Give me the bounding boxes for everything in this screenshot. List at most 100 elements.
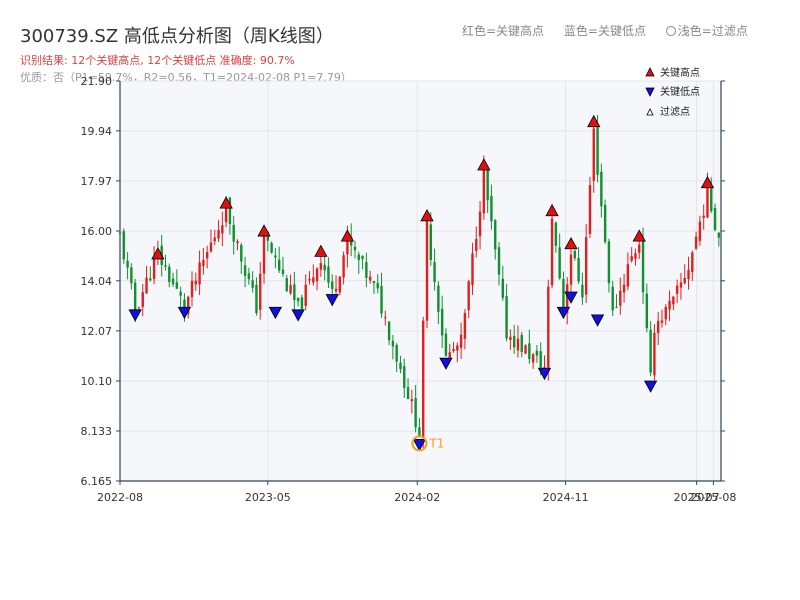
candle-body [414,398,417,428]
candle-body [395,344,398,362]
x-tick-label: 2025-08 [690,491,736,504]
candle-body [137,307,141,309]
candle-body [622,284,626,293]
candle-body [236,241,239,244]
candle-body [482,168,486,214]
candle-body [422,320,425,438]
candle-body [403,366,406,388]
candle-body [213,237,216,242]
t1-label: T1 [428,436,444,450]
candle-body [133,282,137,311]
candle-body [380,285,383,314]
candle-body [698,221,702,241]
candle-body [569,254,573,285]
candle-body [660,320,664,323]
candle-body [296,297,300,302]
candle-body [630,256,633,261]
candle-body [300,297,304,309]
candle-body [634,253,637,259]
candle-body [611,286,614,311]
candle-body [706,184,709,218]
candle-body [641,241,645,293]
y-tick-label: 14.04 [81,275,113,288]
candle-body [433,262,436,283]
candle-body [524,345,527,354]
candle-body [691,252,694,272]
candle-body [259,273,262,310]
candle-body [554,222,558,246]
candle-body [384,317,387,319]
candle-body [240,244,243,262]
candle-body [429,224,432,260]
candle-body [649,329,652,373]
candle-body [274,255,277,258]
candle-body [152,258,156,280]
candle-body [331,281,334,290]
candle-body [149,278,152,281]
candle-body [668,300,671,310]
candle-body [194,280,198,285]
candle-body [315,268,319,282]
candle-body [122,231,125,260]
candle-body [672,296,675,305]
y-tick-label: 19.94 [81,125,113,138]
x-tick-label: 2024-02 [394,491,440,504]
candle-body [531,354,535,363]
candle-body [368,276,372,281]
candle-body [327,266,330,283]
candle-body [418,427,421,437]
candle-body [198,262,201,285]
candle-body [365,261,368,278]
candle-body [683,278,686,284]
candle-body [710,184,713,212]
candle-body [437,285,440,312]
y-tick-label: 17.97 [81,175,113,188]
candle-body [281,269,285,275]
candle-body [584,237,588,295]
candle-body [319,263,323,270]
candle-body [490,195,493,222]
candle-body [501,278,504,298]
candle-body [387,321,391,341]
candle-body [179,291,182,296]
candle-body [615,306,618,308]
candle-body [486,169,489,201]
candle-body [255,284,258,314]
candle-body [547,286,550,372]
candle-body [638,244,641,253]
candle-body [512,335,516,348]
candle-body [456,345,459,351]
candle-body [558,247,561,279]
candle-body [440,308,444,336]
candle-body [277,259,281,271]
y-tick-label: 6.165 [81,475,113,488]
candle-body [675,285,679,294]
candle-body [334,288,338,292]
candle-body [145,277,148,294]
x-tick-label: 2023-05 [245,491,291,504]
candle-body [653,332,656,376]
candle-body [471,253,474,286]
candle-body [205,252,209,259]
candle-body [372,281,376,284]
candle-body [270,242,273,253]
legend-high-label: 关键高点 [660,66,700,79]
candle-body [289,285,292,294]
candle-body [478,211,482,237]
y-tick-label: 16.00 [81,225,113,238]
candle-body [679,282,683,288]
candle-body [687,269,690,280]
x-tick-label: 2024-11 [543,491,589,504]
candle-body [494,220,497,250]
candle-body [251,280,254,288]
candle-body [399,362,402,370]
candle-body [562,279,565,310]
candle-body [713,207,717,230]
candle-body [444,333,448,356]
candle-body [581,284,584,298]
candle-body [588,185,592,234]
candle-body [357,254,360,261]
candle-body [221,225,224,234]
candle-body [425,220,429,321]
candle-body [592,128,595,181]
